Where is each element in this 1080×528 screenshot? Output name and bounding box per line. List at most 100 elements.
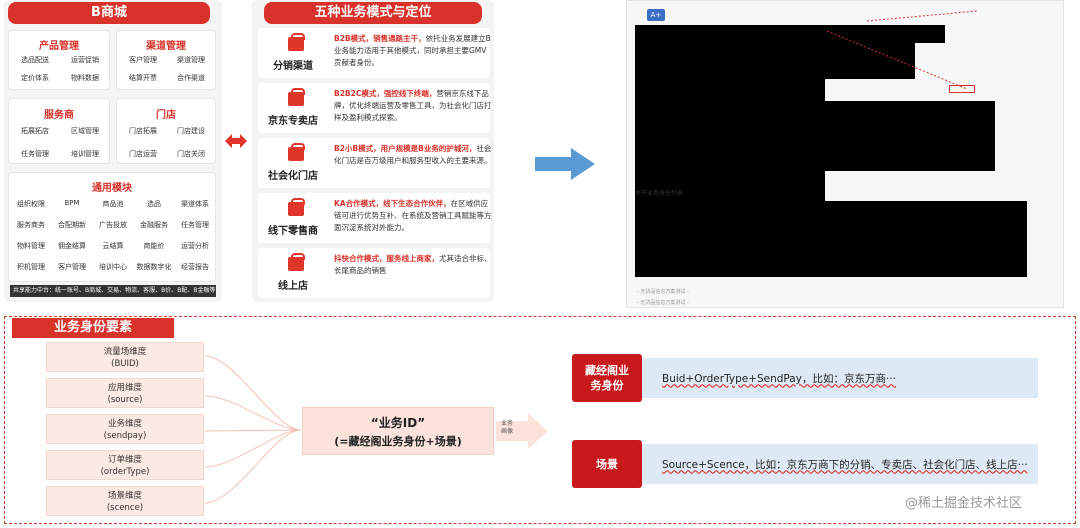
store-item: 门店拓展: [129, 127, 157, 135]
common-item: 广告投放: [99, 221, 127, 229]
store-item: 门店关闭: [177, 150, 205, 158]
common-item: 培训中心: [99, 263, 127, 271]
mode-highlight: B2B2C模式，强控线下终端，: [334, 89, 437, 98]
double-arrow-icon: [225, 134, 247, 148]
mode-desc: KA合作模式，线下生态合作伙伴，在区域供应链可进行优势互补、在系统及营销工具赋能…: [334, 198, 492, 234]
channel-item: 客户管理: [129, 56, 157, 64]
mode-desc: B2B模式，销售通路主干，依托业务发展建立B业务能力适用于其他模式，同时承担主要…: [334, 33, 492, 69]
service-item: 区域管理: [71, 127, 99, 135]
shop-icon: [288, 143, 305, 161]
common-item: 运营分析: [181, 242, 209, 250]
mode-card: 京东专卖店 B2B2C模式，强控线下终端，营销京东线下品牌，优化终端运营及零售工具…: [258, 83, 492, 133]
service-item: 拓展拓店: [21, 127, 49, 135]
shop-icon: [288, 253, 305, 271]
dimension-box: 流量场维度 (BUID): [46, 342, 204, 372]
mode-name: 京东专卖店: [268, 116, 318, 127]
dimension-box: 应用维度 (source): [46, 378, 204, 408]
product-card: 产品管理 选品配送 运营促销 定价体系 物料数据: [8, 30, 110, 90]
mode-name: 分销渠道: [273, 61, 313, 72]
dim-connectors: [205, 355, 301, 504]
dimension-sub: (BUID): [111, 359, 139, 369]
shop-icon: [288, 198, 305, 216]
dimension-box: 场景维度 (scence): [46, 486, 204, 516]
watermark: @稀土掘金技术社区: [905, 496, 1023, 511]
annotation-lines: [826, 10, 978, 90]
shop-icon: [288, 33, 305, 51]
highlight-box: [949, 85, 975, 93]
store-item: 门店运营: [129, 150, 157, 158]
identity-label-box: 藏经阁业务身份: [572, 354, 642, 402]
dimension-sub: (scence): [106, 503, 144, 513]
mode-highlight: B2小B模式，用户规模是B业务的护城河，: [334, 144, 477, 153]
common-item: 数据数字化: [136, 263, 172, 271]
common-item: 任务管理: [181, 221, 209, 229]
mode-name: 社会化门店: [268, 171, 318, 182]
common-item: 物料管理: [17, 242, 45, 250]
common-item: 选品: [147, 200, 161, 208]
modes-title: 五种业务模式与定位: [264, 2, 482, 24]
business-id-sub: (=藏经阁业务身份+场景): [334, 435, 462, 448]
dimension-label: 流量场维度: [103, 347, 147, 357]
bmall-title: B商城: [8, 2, 210, 24]
dimension-sub: (source): [107, 395, 143, 405]
channel-title: 渠道管理: [146, 41, 186, 52]
common-item: 服务商务: [17, 221, 45, 229]
product-title: 产品管理: [39, 41, 79, 52]
arrow-label: 业务 画像: [501, 420, 514, 435]
store-item: 门店建设: [177, 127, 205, 135]
dimension-label: 业务维度: [107, 419, 142, 429]
identity-desc: Buid+OrderType+SendPay，比如：京东万商···: [662, 372, 896, 385]
dimension-box: 业务维度 (sendpay): [46, 414, 204, 444]
mode-card: 线上店 抖快合作模式，服务线上商家，尤其适合非标、长尾商品的销售: [258, 248, 492, 298]
common-item: 经营报告: [181, 263, 209, 271]
dimension-sub: (sendpay): [103, 431, 147, 441]
dimension-sub: (orderType): [100, 467, 150, 477]
right-arrow-icon: [535, 148, 595, 180]
mode-card: 分销渠道 B2B模式，销售通路主干，依托业务发展建立B业务能力适用于其他模式，同时…: [258, 28, 492, 78]
common-item: 金融服务: [140, 221, 168, 229]
screenshot-row: - 无货品信息方案测试 -: [637, 289, 689, 295]
business-id-box: “业务ID” (=藏经阁业务身份+场景): [302, 407, 494, 455]
channel-item: 合作渠道: [177, 74, 205, 82]
product-item: 物料数据: [71, 74, 99, 82]
common-title: 通用模块: [92, 183, 132, 194]
redacted-block: [635, 201, 1027, 277]
mode-desc: 抖快合作模式，服务线上商家，尤其适合非标、长尾商品的销售: [334, 253, 492, 277]
screenshot-tab: 水平业务身份列表: [635, 190, 684, 197]
mode-highlight: KA合作模式，线下生态合作伙伴，: [334, 199, 451, 208]
service-card: 服务商 拓展拓店 区域管理 任务管理 培训管理: [8, 98, 110, 164]
mode-highlight: 抖快合作模式，服务线上商家，: [334, 254, 439, 263]
business-id-title: “业务ID”: [370, 416, 426, 430]
mode-card: 线下零售商 KA合作模式，线下生态合作伙伴，在区域供应链可进行优势互补、在系统及营…: [258, 193, 492, 243]
product-item: 运营促销: [71, 56, 99, 64]
common-item: BPM: [64, 199, 80, 207]
identity-desc-box: Buid+OrderType+SendPay，比如：京东万商···: [642, 358, 1038, 398]
mode-card: 社会化门店 B2小B模式，用户规模是B业务的护城河，社会化门店是百万级用户和服务型…: [258, 138, 492, 188]
identity-label-box: 场景: [572, 440, 642, 488]
common-grid: 组织权限 BPM 商品池 选品 渠道体系 服务商务 合配期新 广告投放 金融服务 任务管理 物料管理…: [11, 195, 215, 281]
bmall-footer: 共享能力中台：统一账号、B商城、交易、物流、客服、B价、B配、B金融等: [10, 285, 216, 297]
identity-title: 业务身份要素: [12, 318, 174, 338]
mode-name: 线下零售商: [268, 226, 318, 237]
mode-highlight: B2B模式，销售通路主干，: [334, 34, 426, 43]
product-item: 选品配送: [21, 56, 49, 64]
channel-card: 渠道管理 客户管理 渠道管理 结算开票 合作渠道: [116, 30, 216, 90]
identity-desc-box: Source+Scence，比如：京东万商下的分销、专卖店、社会化门店、线上店·…: [642, 444, 1038, 484]
dimension-box: 订单维度 (orderType): [46, 450, 204, 480]
channel-item: 渠道管理: [177, 56, 205, 64]
common-item: 佣金结算: [58, 242, 86, 250]
service-item: 任务管理: [21, 150, 49, 158]
store-title: 门店: [156, 110, 176, 121]
bmall-panel: B商城 产品管理 选品配送 运营促销 定价体系 物料数据 渠道管理 客户管理 渠…: [4, 0, 222, 302]
channel-item: 结算开票: [129, 74, 157, 82]
common-item: 商能价: [143, 242, 165, 250]
service-item: 培训管理: [71, 150, 99, 158]
identity-desc: Source+Scence，比如：京东万商下的分销、专卖店、社会化门店、线上店·…: [662, 458, 1028, 471]
mode-name: 线上店: [278, 281, 308, 292]
common-item: 组织权限: [17, 200, 45, 208]
common-card: 通用模块 组织权限 BPM 商品池 选品 渠道体系 服务商务 合配期新 广告投放 金融服务 任务管…: [8, 172, 216, 282]
mode-desc: B2小B模式，用户规模是B业务的护城河，社会化门店是百万级用户和服务型收入的主要…: [334, 143, 492, 167]
mode-desc: B2B2C模式，强控线下终端，营销京东线下品牌，优化终端运营及零售工具，为社会化…: [334, 88, 492, 124]
dimension-label: 应用维度: [107, 383, 142, 393]
common-item: 积机管理: [17, 263, 45, 271]
